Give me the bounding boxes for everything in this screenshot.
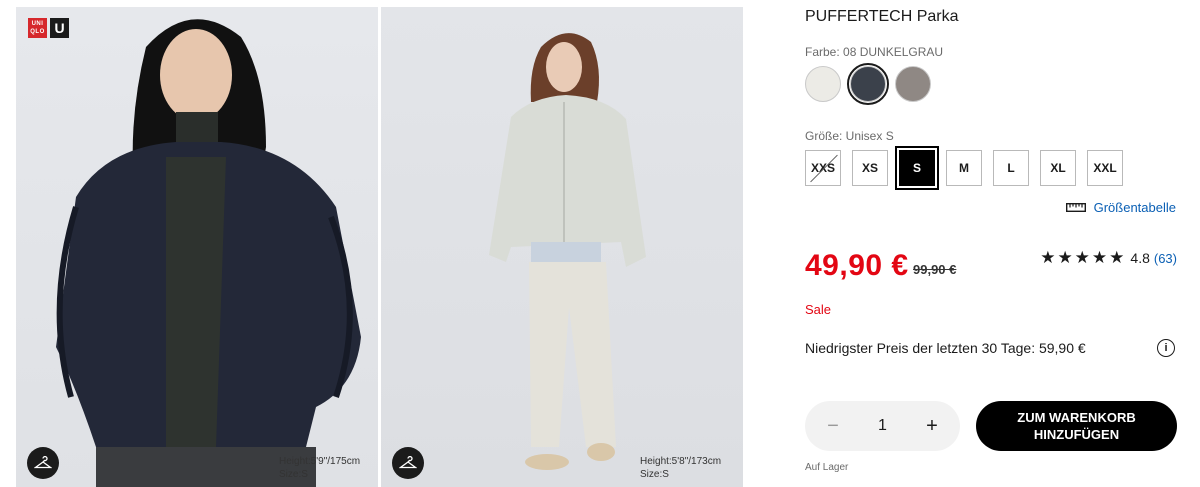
sale-badge: Sale: [805, 302, 832, 317]
image-gallery: UNI QLO U Height:5'9"/175cm Size:S Heigh…: [0, 0, 760, 487]
rating-value: 4.8: [1130, 250, 1150, 266]
model-height: Height:5'9"/175cm: [279, 456, 361, 467]
quantity-stepper: − 1 +: [805, 401, 960, 451]
size-chart-label: Größentabelle: [1093, 200, 1176, 215]
decrease-quantity-button[interactable]: −: [823, 415, 843, 438]
size-option-m[interactable]: M: [946, 150, 982, 186]
color-label: Farbe: 08 DUNKELGRAU: [805, 45, 944, 59]
add-to-cart-button[interactable]: ZUM WARENKORB HINZUFÜGEN: [976, 401, 1177, 451]
uniqlo-logo-mark: UNI QLO: [28, 18, 47, 38]
product-title: PUFFERTECH Parka: [805, 8, 959, 25]
model-light-parka-image: [489, 33, 646, 470]
ruler-icon: [1065, 203, 1086, 212]
hanger-icon[interactable]: [392, 447, 424, 479]
size-option-xs[interactable]: XS: [852, 150, 888, 186]
increase-quantity-button[interactable]: +: [922, 415, 942, 438]
size-option-xxs[interactable]: XXS: [805, 150, 841, 186]
hanger-icon[interactable]: [27, 447, 59, 479]
size-option-s[interactable]: S: [895, 146, 939, 190]
size-label: Größe: Unisex S: [805, 129, 894, 143]
size-option-xl[interactable]: XL: [1040, 150, 1076, 186]
model-info: Height:5'9"/175cm Size:S: [279, 455, 360, 481]
size-chart-link[interactable]: Größentabelle: [1065, 200, 1176, 215]
model-size: Size:S: [640, 469, 669, 480]
model-info: Height:5'8"/173cm Size:S: [640, 455, 721, 481]
u-logo-mark: U: [50, 18, 69, 38]
size-selector: XXS XS S M L XL XXL: [805, 146, 1123, 190]
review-count-link[interactable]: (63): [1154, 251, 1177, 266]
color-swatch-off-white[interactable]: [805, 66, 841, 102]
quantity-value[interactable]: 1: [878, 417, 887, 435]
size-option-xxl[interactable]: XXL: [1087, 150, 1123, 186]
model-height: Height:5'8"/173cm: [640, 456, 722, 467]
color-swatches: [805, 63, 931, 105]
uniqlo-logo: UNI QLO U: [28, 18, 69, 38]
product-panel: PUFFERTECH Parka Farbe: 08 DUNKELGRAU Gr…: [805, 0, 1185, 487]
lowest-price-note: Niedrigster Preis der letzten 30 Tage: 5…: [805, 340, 1086, 356]
model-dark-parka-image: [56, 19, 361, 487]
product-photo-full[interactable]: Height:5'8"/173cm Size:S: [381, 7, 743, 487]
product-photo-front[interactable]: UNI QLO U Height:5'9"/175cm Size:S: [16, 7, 378, 487]
stock-status: Auf Lager: [805, 462, 849, 473]
color-swatch-taupe[interactable]: [895, 66, 931, 102]
size-option-l[interactable]: L: [993, 150, 1029, 186]
original-price: 99,90 €: [913, 262, 957, 277]
info-icon[interactable]: i: [1157, 339, 1175, 357]
color-swatch-dark-gray[interactable]: [847, 63, 889, 105]
rating: ★★★★★ 4.8 (63): [1040, 248, 1177, 268]
star-icons: ★★★★★: [1040, 248, 1127, 267]
model-size: Size:S: [279, 469, 308, 480]
current-price: 49,90 €: [805, 249, 909, 282]
